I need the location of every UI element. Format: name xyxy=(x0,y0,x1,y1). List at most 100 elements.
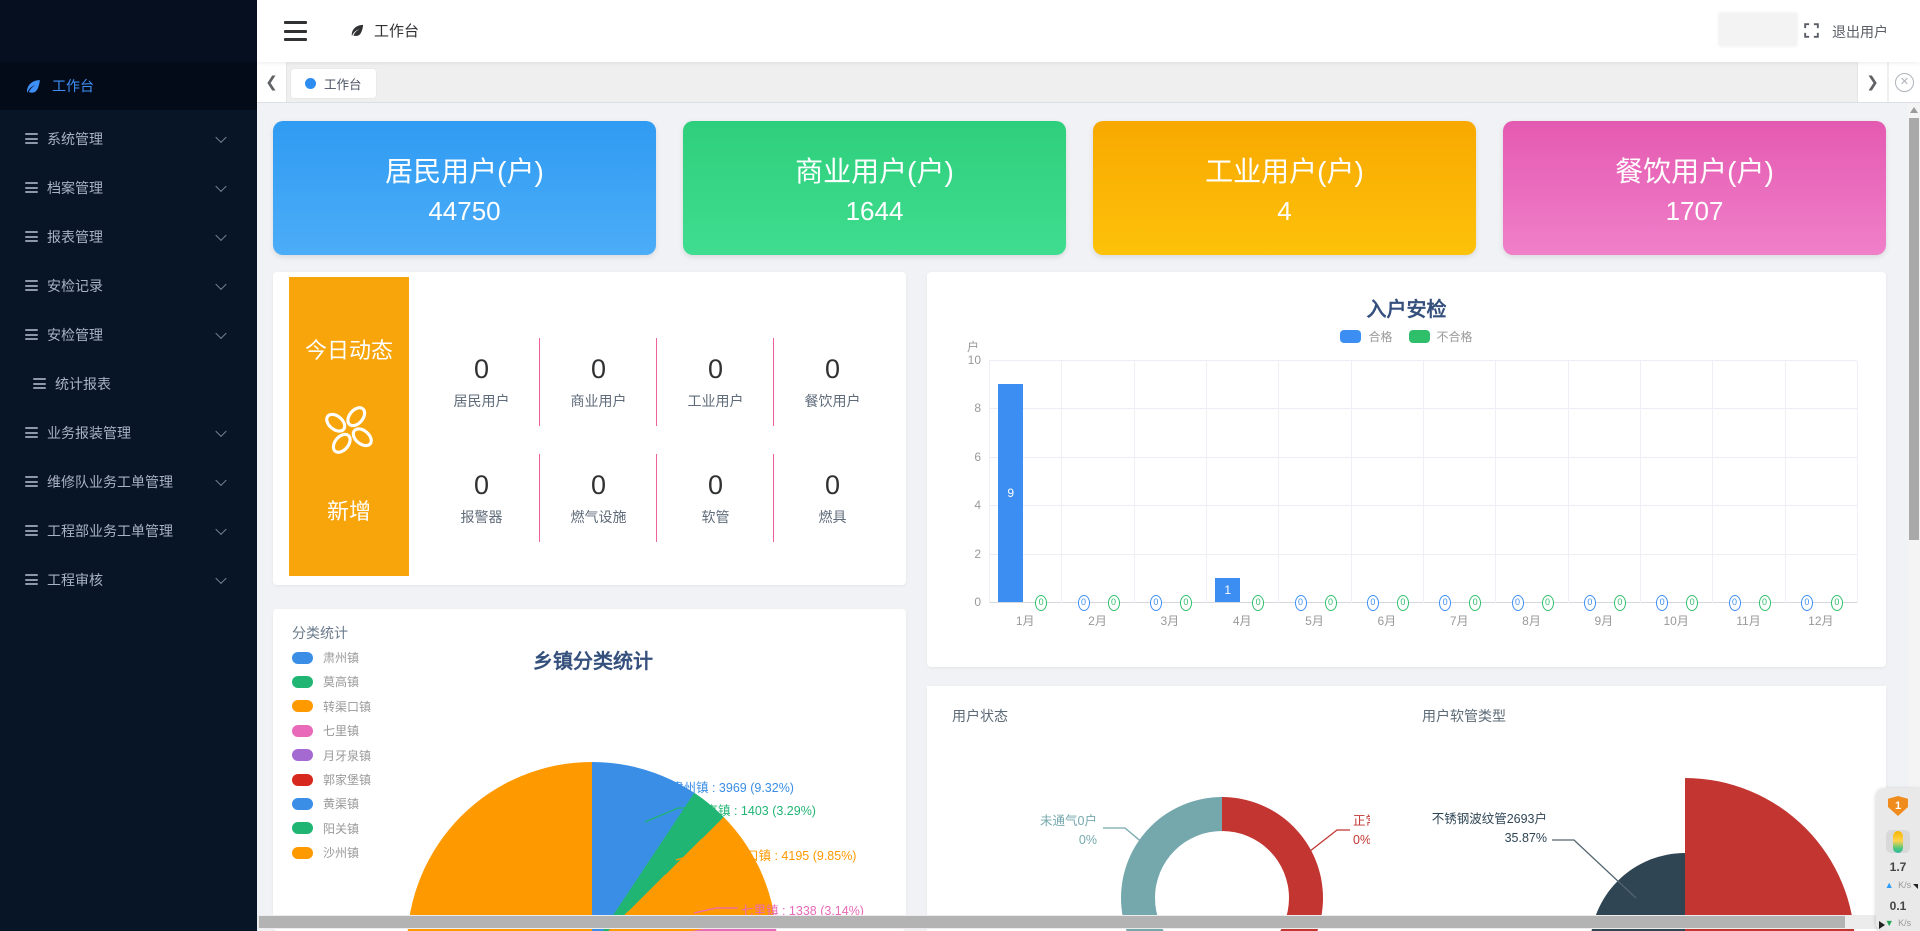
grid-line xyxy=(1134,361,1135,603)
x-tick-label: 11月 xyxy=(1736,612,1760,629)
stat-card-title: 工业用户(户) xyxy=(1205,150,1364,190)
donut-label-normal-gas: 正常通气00% xyxy=(1353,812,1370,851)
close-icon: ✕ xyxy=(1895,73,1914,92)
x-tick-label: 1月 xyxy=(1016,612,1035,629)
legend-item-pass[interactable]: 合格 xyxy=(1340,328,1392,345)
sidebar-item[interactable]: 维修队业务工单管理 xyxy=(0,457,257,506)
menu-icon xyxy=(33,378,46,389)
legend-label: 莫高镇 xyxy=(323,673,359,690)
zero-marker: 0 xyxy=(1035,595,1047,611)
zero-marker: 0 xyxy=(1325,595,1337,611)
today-stat-label: 工业用户 xyxy=(688,391,744,411)
pie-legend-item[interactable]: 七里镇 xyxy=(292,722,359,739)
horizontal-scrollbar[interactable] xyxy=(257,915,1908,929)
sidebar-item[interactable]: 工程审核 xyxy=(0,555,257,604)
pie-legend-item[interactable]: 月牙泉镇 xyxy=(292,747,371,764)
bar[interactable]: 1 xyxy=(1215,578,1240,602)
chevron-down-icon xyxy=(215,229,226,240)
sidebar-item[interactable]: 统计报表 xyxy=(0,359,257,408)
label-line: 正常通气0 xyxy=(1353,812,1370,831)
menu-icon xyxy=(25,182,38,193)
bar[interactable]: 9 xyxy=(998,384,1023,602)
pie-legend-item[interactable]: 黄渠镇 xyxy=(292,795,359,812)
header: 工作台 退出用户 xyxy=(257,0,1920,62)
hose-pie-label: 不锈钢波纹管2693户35.87% xyxy=(1432,810,1547,849)
chart-title: 用户状态 xyxy=(952,706,1008,726)
zero-marker: 0 xyxy=(1584,595,1596,611)
zero-marker: 0 xyxy=(1439,595,1451,611)
chevron-down-icon xyxy=(215,572,226,583)
stat-card[interactable]: 居民用户(户)44750 xyxy=(273,121,656,255)
pie-slice-label: 肃州镇 : 3969 (9.32%) xyxy=(671,777,794,796)
chart-title: 入户安检 xyxy=(927,293,1886,322)
pie-legend-item[interactable]: 转渠口镇 xyxy=(292,698,371,715)
sidebar-item-workbench[interactable]: 工作台 xyxy=(0,62,257,110)
sidebar-item[interactable]: 安检管理 xyxy=(0,310,257,359)
tab-workbench[interactable]: 工作台 xyxy=(291,69,376,98)
hamburger-icon[interactable] xyxy=(284,21,307,41)
stat-card[interactable]: 餐饮用户(户)1707 xyxy=(1503,121,1886,255)
sidebar: 工作台 系统管理档案管理报表管理安检记录安检管理统计报表业务报装管理维修队业务工… xyxy=(0,0,257,931)
legend-item-fail[interactable]: 不合格 xyxy=(1409,328,1473,345)
stat-card-value: 4 xyxy=(1277,196,1291,227)
today-activity-panel: 今日动态 新增 0居民用户0商业用户0工业用户0餐饮用户0报警器0燃气设施0软管… xyxy=(273,272,906,585)
sidebar-item[interactable]: 报表管理 xyxy=(0,212,257,261)
zero-marker: 0 xyxy=(1512,595,1524,611)
user-hose-type-chart: 用户软管类型 不锈钢波纹管2693户35.87% xyxy=(1370,686,1886,931)
today-stat-cell: 0商业用户 xyxy=(540,324,657,440)
bar-plot-area: 900000100000000000000000 xyxy=(989,361,1857,603)
legend-swatch xyxy=(292,725,313,737)
zero-marker: 0 xyxy=(1801,595,1813,611)
zero-marker: 0 xyxy=(1078,595,1090,611)
bar-value-label: 1 xyxy=(1224,583,1231,597)
pie-legend-item[interactable]: 肃州镇 xyxy=(292,649,359,666)
legend-label: 月牙泉镇 xyxy=(323,747,371,764)
legend-swatch xyxy=(292,822,313,834)
x-tick-label: 7月 xyxy=(1450,612,1469,629)
legend-label: 郭家堡镇 xyxy=(323,771,371,788)
down-arrow-icon: ▼ xyxy=(1885,918,1894,928)
stat-card[interactable]: 工业用户(户) 4 xyxy=(1093,121,1476,255)
pie-legend-item[interactable]: 沙州镇 xyxy=(292,844,359,861)
pie-slice-label: 转渠口镇 : 4195 (9.85%) xyxy=(721,845,856,864)
sidebar-item[interactable]: 档案管理 xyxy=(0,163,257,212)
home-safety-check-chart-panel: 入户安检 合格 不合格 户 0246810 900000100000000000… xyxy=(927,272,1886,667)
zero-marker: 0 xyxy=(1686,595,1698,611)
sidebar-logo-area xyxy=(0,0,257,62)
network-monitor-widget[interactable]: 1 1.7 ▲ K/s 0.1 ▼ K/s xyxy=(1876,788,1920,931)
vertical-scrollbar-thumb[interactable] xyxy=(1909,118,1919,540)
tabs-scroll-left-icon[interactable]: ❮ xyxy=(257,62,287,102)
zero-marker: 0 xyxy=(1367,595,1379,611)
shield-icon: 1 xyxy=(1888,796,1908,816)
x-tick-label: 12月 xyxy=(1808,612,1833,629)
fullscreen-icon[interactable] xyxy=(1802,21,1822,41)
sidebar-item[interactable]: 系统管理 xyxy=(0,114,257,163)
app-root: 工作台 系统管理档案管理报表管理安检记录安检管理统计报表业务报装管理维修队业务工… xyxy=(0,0,1920,931)
pie-legend-item[interactable]: 阳关镇 xyxy=(292,820,359,837)
today-stats-grid: 0居民用户0商业用户0工业用户0餐饮用户0报警器0燃气设施0软管0燃具 xyxy=(423,324,891,556)
legend-swatch xyxy=(292,847,313,859)
tabs-close-all-button[interactable]: ✕ xyxy=(1889,62,1920,102)
sidebar-item-label: 档案管理 xyxy=(47,178,103,198)
legend-swatch xyxy=(292,798,313,810)
tabs-bar: ❮ 工作台 ❯ ✕ xyxy=(257,62,1920,103)
menu-icon xyxy=(25,574,38,585)
pinwheel-icon xyxy=(320,401,378,464)
stat-card[interactable]: 商业用户(户)1644 xyxy=(683,121,1066,255)
horizontal-scrollbar-thumb[interactable] xyxy=(259,916,1845,928)
donut-label-no-gas: 未通气0户0% xyxy=(1040,812,1097,851)
legend-swatch xyxy=(292,676,313,688)
today-stat-cell: 0餐饮用户 xyxy=(774,324,891,440)
pie-legend-item[interactable]: 郭家堡镇 xyxy=(292,771,371,788)
stat-card-title: 商业用户(户) xyxy=(795,150,954,190)
upload-speed: 1.7 ▲ K/s xyxy=(1885,861,1911,892)
sidebar-item[interactable]: 业务报装管理 xyxy=(0,408,257,457)
pie-legend-item[interactable]: 莫高镇 xyxy=(292,673,359,690)
tabs-scroll-right-icon[interactable]: ❯ xyxy=(1857,62,1887,102)
scroll-up-arrow-icon[interactable] xyxy=(1910,107,1918,113)
sidebar-item[interactable]: 安检记录 xyxy=(0,261,257,310)
logout-button[interactable]: 退出用户 xyxy=(1832,22,1888,42)
chevron-down-icon xyxy=(215,131,226,142)
zero-marker: 0 xyxy=(1542,595,1554,611)
sidebar-item[interactable]: 工程部业务工单管理 xyxy=(0,506,257,555)
